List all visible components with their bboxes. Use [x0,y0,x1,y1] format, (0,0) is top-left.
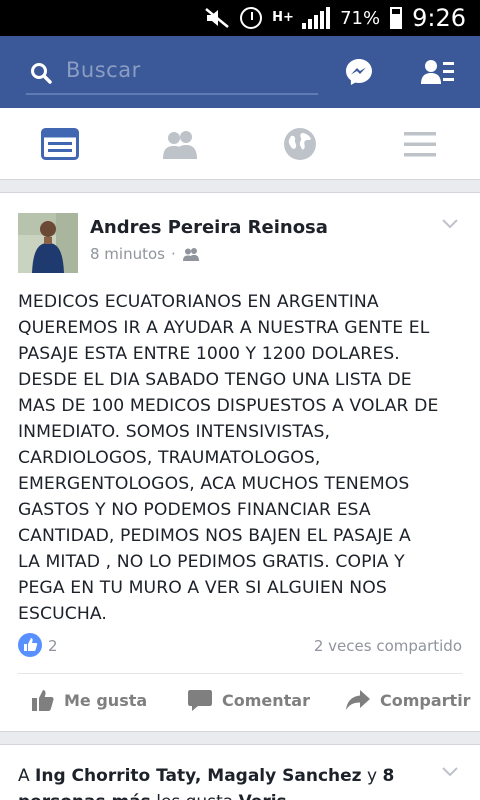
chevron-down-icon[interactable] [442,767,458,777]
search-input[interactable]: Buscar [66,58,316,88]
tab-friends[interactable] [120,108,240,180]
post-meta: 8 minutos · [90,245,200,263]
liker-others[interactable]: personas más [18,792,151,800]
divider [18,673,462,674]
like-count[interactable]: 2 [48,637,58,655]
like-button[interactable]: Me gusta [32,685,147,715]
avatar[interactable] [18,213,78,273]
network-type: H+ [272,10,294,25]
messenger-icon[interactable] [344,57,374,87]
chevron-down-icon[interactable] [442,219,458,229]
globe-icon [284,128,316,160]
search-icon[interactable] [30,62,52,84]
thumbs-up-icon [32,690,54,711]
likes-summary: A Ing Chorrito Taty, Magaly Sanchez y 8 … [18,763,428,800]
post-card: Andres Pereira Reinosa 8 minutos · MEDIC… [0,192,480,732]
friends-audience-icon[interactable] [182,247,200,261]
tab-news-feed[interactable] [0,108,120,180]
liked-page[interactable]: Veris [239,792,287,800]
battery-percent: 71% [340,7,381,29]
share-icon [346,690,370,710]
liker-count[interactable]: 8 [382,766,394,786]
next-post-card: A Ing Chorrito Taty, Magaly Sanchez y 8 … [0,744,480,800]
comment-label: Comentar [222,690,310,710]
post-time[interactable]: 8 minutos [90,245,165,263]
likes-suffix: les gusta [151,792,239,800]
search-underline [26,93,318,95]
battery-icon [390,7,403,29]
like-label: Me gusta [64,690,148,710]
likes-prefix: A [18,766,36,786]
clock: 9:26 [412,4,466,32]
hamburger-icon [404,132,436,157]
share-button[interactable]: Compartir [346,685,471,715]
post-text: MEDICOS ECUATORIANOS EN ARGENTINA QUEREM… [18,292,439,624]
alarm-icon [240,7,263,29]
share-count[interactable]: 2 veces compartido [314,637,462,655]
status-bar: H+ 71% 9:26 [0,0,480,36]
tab-bar [0,108,480,180]
comment-button[interactable]: Comentar [188,685,310,715]
news-feed-icon [41,128,79,160]
friend-requests-icon[interactable] [421,58,455,86]
liker-names[interactable]: Ing Chorrito Taty, Magaly Sanchez [35,766,362,786]
tab-menu[interactable] [360,108,480,180]
meta-separator: · [170,245,176,263]
likes-middle: y [361,766,383,786]
friends-icon [163,131,197,159]
comment-icon [188,690,212,711]
like-reaction-icon[interactable] [18,633,42,657]
post-author[interactable]: Andres Pereira Reinosa [90,217,328,238]
signal-icon [302,7,331,29]
share-label: Compartir [380,690,471,710]
tab-notifications[interactable] [240,108,360,180]
top-bar: Buscar [0,36,480,108]
mute-icon [205,8,229,28]
